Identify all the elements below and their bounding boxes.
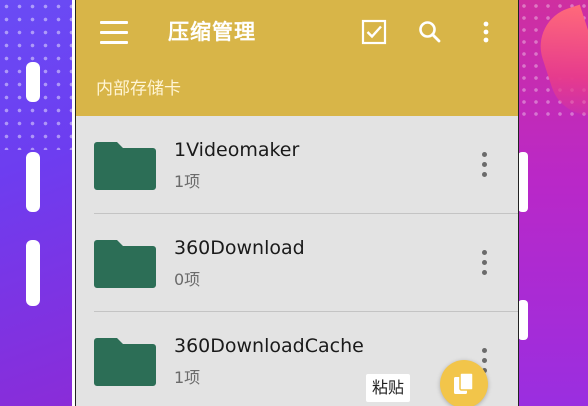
right-decoration-strip: [518, 300, 528, 340]
paste-label: 粘贴: [366, 374, 411, 402]
right-decoration-strip: [518, 152, 528, 212]
paste-fab-button[interactable]: [440, 360, 488, 406]
current-path-label: 内部存储卡: [96, 79, 181, 99]
folder-item-count: 0项: [174, 270, 201, 289]
search-icon[interactable]: [416, 18, 444, 46]
folder-name: 360DownloadCache: [174, 335, 364, 357]
checkbox-icon[interactable]: [360, 18, 388, 46]
phone-screen: 压缩管理 内部存储卡 1Videomaker 1项 360Download 0项…: [75, 0, 519, 406]
folder-item-count: 1项: [174, 172, 201, 191]
more-options-icon[interactable]: [476, 152, 492, 178]
list-item[interactable]: 360Download 0项: [76, 214, 518, 312]
paste-icon: [454, 372, 474, 394]
left-decoration-strip: [26, 152, 40, 212]
folder-icon: [94, 338, 156, 386]
folder-icon: [94, 240, 156, 288]
list-item[interactable]: 1Videomaker 1项: [76, 116, 518, 214]
folder-name: 1Videomaker: [174, 139, 300, 161]
page-title: 压缩管理: [168, 20, 256, 44]
folder-icon: [94, 142, 156, 190]
background-right-decoration: [518, 0, 588, 406]
more-options-icon[interactable]: [476, 250, 492, 276]
background-left-decoration: [0, 0, 72, 406]
more-vert-icon[interactable]: [472, 18, 500, 46]
left-decoration-strip: [26, 62, 40, 102]
folder-item-count: 1项: [174, 368, 201, 387]
left-decoration-strip: [26, 240, 40, 306]
menu-icon[interactable]: [100, 18, 128, 46]
folder-name: 360Download: [174, 237, 305, 259]
screenshot-stage: 压缩管理 内部存储卡 1Videomaker 1项 360Download 0项…: [0, 0, 588, 406]
app-bar: 压缩管理 内部存储卡: [76, 0, 518, 116]
